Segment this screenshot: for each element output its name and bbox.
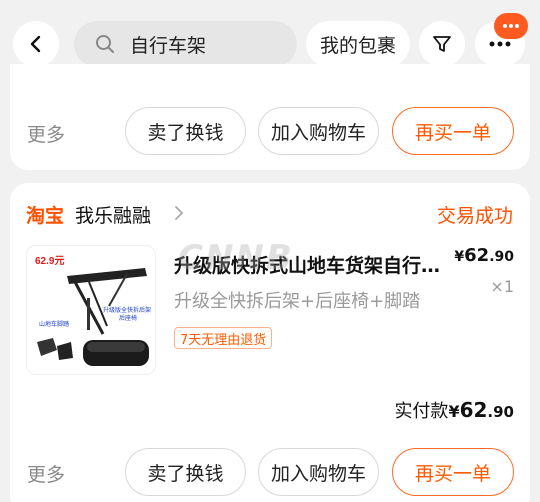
add-to-cart-button[interactable]: 加入购物车 xyxy=(258,107,379,155)
buy-again-button[interactable]: 再买一单 xyxy=(392,448,514,496)
my-packages-button[interactable]: 我的包裹 xyxy=(306,21,410,67)
sell-button[interactable]: 卖了换钱 xyxy=(125,107,246,155)
order-card-1: 更多 卖了换钱 加入购物车 再买一单 xyxy=(10,64,530,170)
thumb-price-label: 62.9元 xyxy=(35,255,64,267)
more-icon xyxy=(489,41,511,47)
message-icon xyxy=(503,24,519,28)
thumb-caption-3: 后座椅 xyxy=(119,314,137,322)
watermark: CNNB xyxy=(178,238,294,278)
filter-button[interactable] xyxy=(419,21,465,67)
message-badge[interactable] xyxy=(494,13,528,39)
sell-button[interactable]: 卖了换钱 xyxy=(125,448,246,496)
shop-name[interactable]: 我乐融融 xyxy=(75,201,151,228)
search-query: 自行车架 xyxy=(130,34,207,57)
product-quantity: ×1 xyxy=(490,277,514,296)
product-spec: 升级全快拆后架+后座椅+脚踏 xyxy=(174,291,421,312)
search-icon xyxy=(94,33,116,55)
thumb-caption-2: 升级版全快拆后架 xyxy=(103,306,151,314)
search-input[interactable]: 自行车架 xyxy=(74,21,297,67)
add-to-cart-button[interactable]: 加入购物车 xyxy=(258,448,379,496)
more-link[interactable]: 更多 xyxy=(27,120,65,147)
thumb-caption-1: 山地车脚踏 xyxy=(39,320,69,328)
product-price: ¥62.90 xyxy=(454,245,514,266)
taobao-logo: 淘宝 xyxy=(26,205,65,227)
back-icon xyxy=(30,35,41,53)
order-status: 交易成功 xyxy=(436,205,513,227)
back-button[interactable] xyxy=(13,21,59,67)
filter-icon xyxy=(433,36,451,52)
return-policy-badge: 7天无理由退货 xyxy=(174,327,273,349)
product-thumbnail[interactable]: 62.9元 山地车脚踏 升级版全快拆后架 后座椅 xyxy=(26,245,156,375)
more-link[interactable]: 更多 xyxy=(27,460,65,487)
order-card-2: 淘宝 我乐融融 交易成功 62.9元 山地车脚踏 升级版全快拆后架 后座椅 升级… xyxy=(10,183,530,502)
buy-again-button[interactable]: 再买一单 xyxy=(392,107,514,155)
chevron-right-icon[interactable] xyxy=(172,203,186,223)
paid-amount: 实付款¥62.90 xyxy=(394,398,514,422)
